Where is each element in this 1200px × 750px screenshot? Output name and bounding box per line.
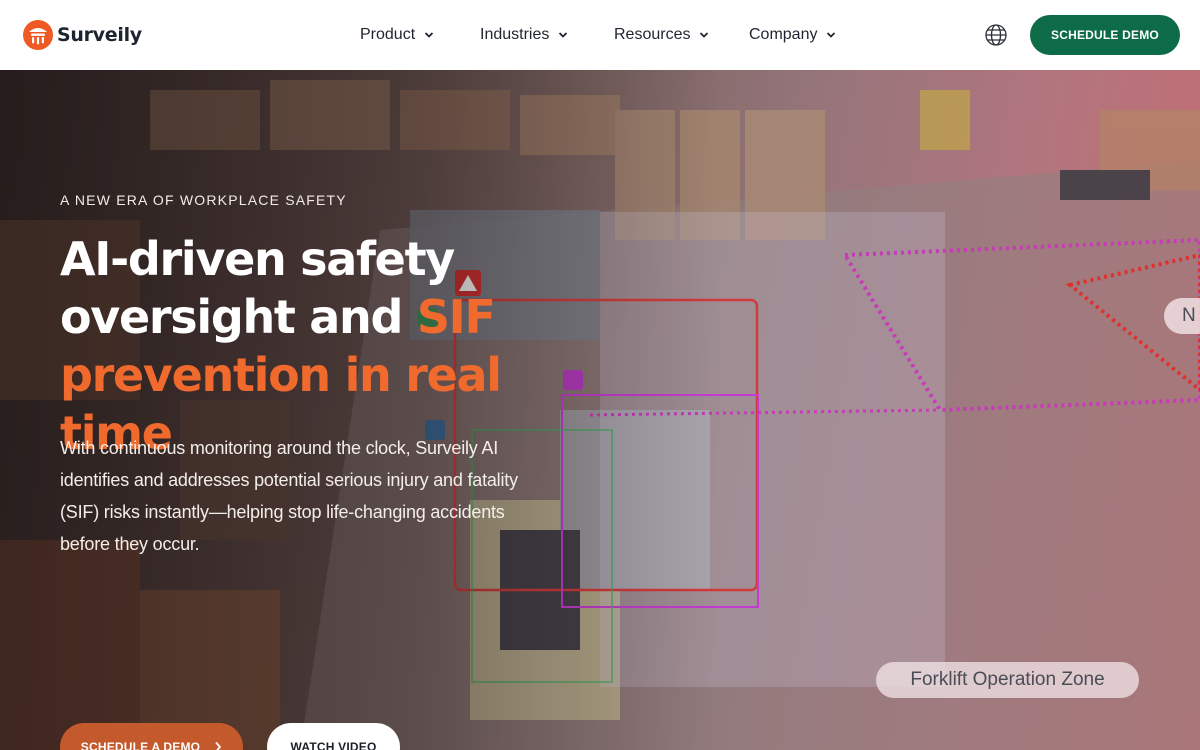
nav-item-industries[interactable]: Industries	[480, 26, 614, 44]
forklift-zone-label: Forklift Operation Zone	[876, 662, 1139, 698]
main-nav: Product Industries Resources Company	[360, 0, 849, 70]
surveily-logo-icon	[23, 20, 53, 50]
site-header: Surveily Product Industries Resources Co…	[0, 0, 1200, 70]
nav-item-label: Industries	[480, 26, 550, 43]
hero-eyebrow: A NEW ERA OF WORKPLACE SAFETY	[60, 192, 347, 208]
zone-label-partial: N	[1164, 298, 1200, 334]
chevron-down-icon	[827, 32, 836, 38]
nav-item-product[interactable]: Product	[360, 26, 480, 44]
headline-accent-sif: SIF	[416, 290, 496, 344]
schedule-demo-button[interactable]: SCHEDULE DEMO	[1030, 15, 1180, 55]
nav-item-label: Company	[749, 26, 818, 43]
globe-icon[interactable]	[984, 23, 1008, 47]
chevron-down-icon	[425, 32, 434, 38]
nav-item-label: Resources	[614, 26, 691, 43]
hero-section: A NEW ERA OF WORKPLACE SAFETY AI-driven …	[0, 70, 1200, 750]
nav-item-label: Product	[360, 26, 416, 43]
headline-line-2: oversight and	[60, 290, 417, 344]
cta-primary-label: SCHEDULE A DEMO	[80, 740, 201, 750]
chevron-down-icon	[700, 32, 709, 38]
chevron-down-icon	[559, 32, 568, 38]
schedule-a-demo-button[interactable]: SCHEDULE A DEMO	[60, 723, 243, 750]
nav-item-company[interactable]: Company	[749, 26, 849, 44]
hero-description: With continuous monitoring around the cl…	[60, 438, 518, 554]
watch-video-button[interactable]: WATCH VIDEO	[267, 723, 400, 750]
hero-headline: AI-driven safety oversight and SIF preve…	[60, 230, 620, 462]
brand-name: Surveily	[57, 24, 142, 46]
nav-item-resources[interactable]: Resources	[614, 26, 749, 44]
headline-line-1: AI-driven safety	[60, 232, 455, 286]
chevron-right-icon	[215, 741, 222, 750]
brand-logo[interactable]: Surveily	[22, 19, 142, 51]
